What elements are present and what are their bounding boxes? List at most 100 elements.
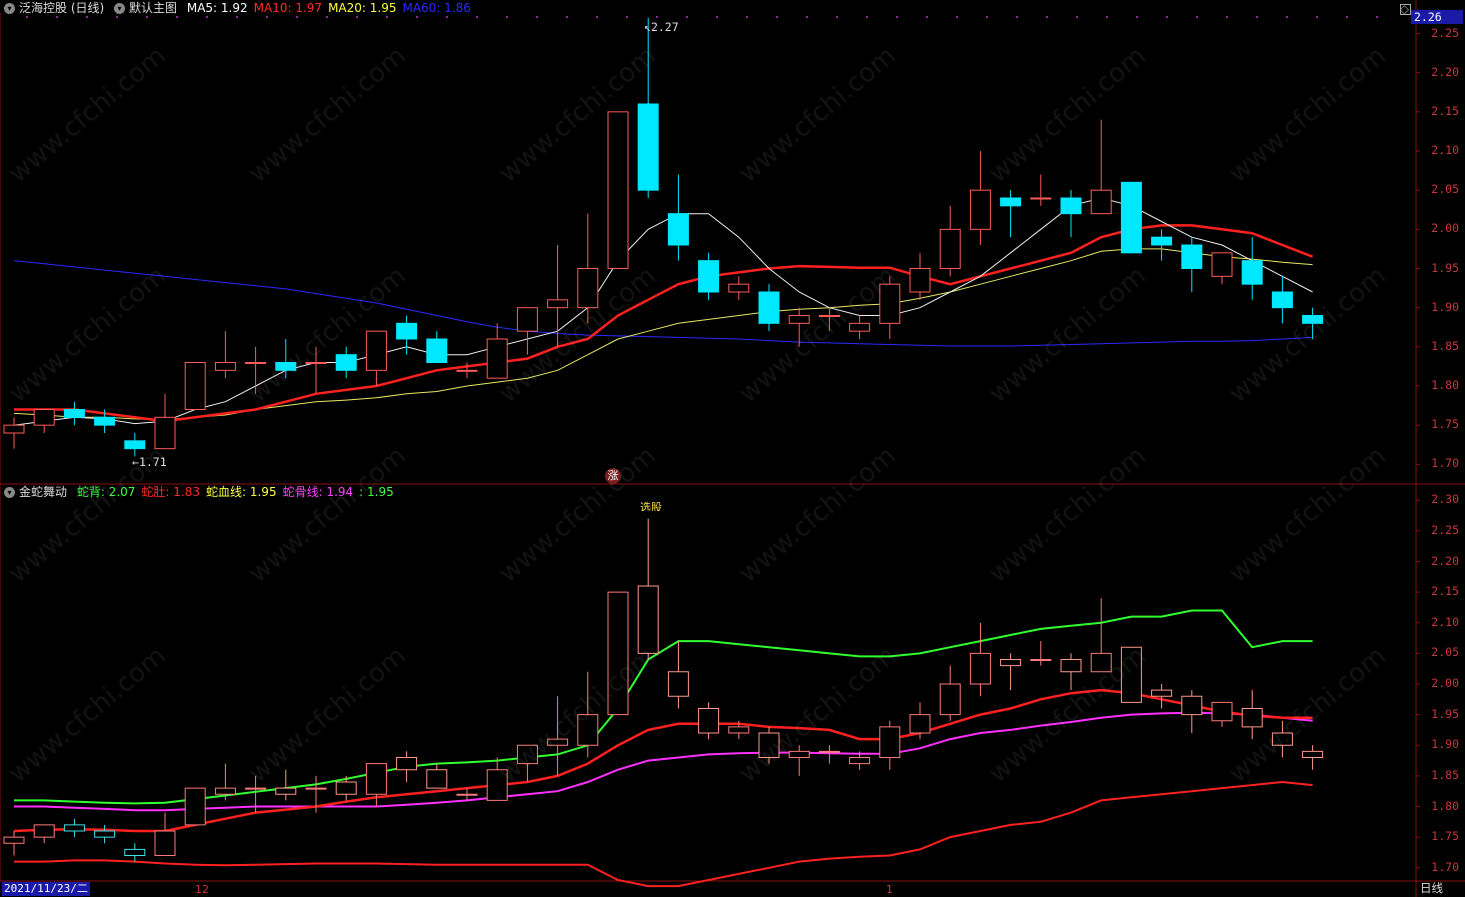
main-candle-body <box>607 111 629 270</box>
y-tick-label: 1.70 <box>1431 859 1459 874</box>
top-dot-marker <box>776 16 778 18</box>
top-dot-marker <box>476 16 478 18</box>
ind-candle-body <box>1000 659 1022 667</box>
ind-candle-body <box>94 830 116 838</box>
ma-legend-item-2: MA20: 1.95 <box>328 1 397 15</box>
main-candle-body <box>214 362 236 371</box>
main-candle-body <box>1090 189 1112 215</box>
y-tick-label: 2.20 <box>1431 64 1459 79</box>
top-dot-marker <box>26 16 28 18</box>
main-candle-body <box>1151 236 1173 246</box>
template-collapse-icon[interactable]: ▾ <box>114 3 126 14</box>
main-candle-body <box>63 409 85 418</box>
main-candle-body <box>33 409 55 426</box>
ind-candle-body <box>1151 689 1173 697</box>
indicator-legend-item-1: 蛇肚: 1.83 <box>141 485 200 499</box>
top-dot-marker <box>266 16 268 18</box>
rise-badge[interactable]: 涨 <box>605 468 621 484</box>
ind-candle-body <box>396 757 418 771</box>
ind-candle-body <box>1302 750 1324 758</box>
period-selector[interactable]: 日线 <box>1420 880 1443 896</box>
template-name[interactable]: 默认主图 <box>129 1 177 15</box>
main-candle-body <box>1181 244 1203 269</box>
indicator-collapse-icon[interactable]: ▾ <box>4 487 15 498</box>
y-tick-label: 2.15 <box>1431 103 1459 118</box>
indicator-name[interactable]: 金蛇舞动 <box>19 485 67 499</box>
window-square-icon[interactable] <box>1400 4 1411 15</box>
low-price-annotation: ←1.71 <box>132 455 167 469</box>
main-candle-body <box>1211 252 1233 277</box>
top-dot-marker <box>1166 16 1168 18</box>
top-dot-marker <box>116 16 118 18</box>
snake-blood-line <box>13 688 1313 833</box>
ma-legend-item-0: MA5: 1.92 <box>186 1 248 15</box>
ind-candle-body <box>909 714 931 734</box>
main-candle-body <box>1030 197 1052 200</box>
y-tick-label: 2.15 <box>1431 584 1459 599</box>
ind-candle-body <box>1181 695 1203 716</box>
main-candle-body <box>516 307 538 332</box>
y-tick-label: 1.95 <box>1431 706 1459 721</box>
snake-back-line <box>14 609 1313 805</box>
top-dot-marker <box>926 16 928 18</box>
ind-candle-body <box>33 824 55 838</box>
ma-legend: MA5: 1.92 MA10: 1.97 MA20: 1.95 MA60: 1.86 <box>187 1 477 15</box>
collapse-icon[interactable]: ▾ <box>4 3 15 14</box>
x-tick-month-12: 12 <box>195 883 209 896</box>
ind-candle-body <box>1241 708 1263 728</box>
main-candle-body <box>365 330 387 371</box>
main-candle-body <box>698 260 720 293</box>
main-candle-body <box>939 228 961 269</box>
y-tick-label: 2.20 <box>1431 553 1459 568</box>
ind-candle-body <box>879 726 901 758</box>
stock-title: 泛海控股 (日线) <box>19 1 105 15</box>
main-candle-body <box>335 354 357 371</box>
signal-label: 选股 <box>640 501 662 511</box>
ind-candle-body <box>456 793 478 796</box>
main-candle-body <box>426 338 448 363</box>
y-tick-label: 2.05 <box>1431 182 1459 197</box>
y-tick-label: 1.90 <box>1431 299 1459 314</box>
ind-candle-body <box>3 836 25 844</box>
main-candle-body <box>637 103 659 191</box>
ind-candle-body <box>1030 659 1052 661</box>
indicator-legend-item-4: : 1.95 <box>359 485 394 499</box>
top-dot-marker <box>236 16 238 18</box>
main-candle-body <box>1241 260 1263 285</box>
top-dot-marker <box>1136 16 1138 18</box>
ind-candle-body <box>426 769 448 789</box>
top-dot-marker <box>866 16 868 18</box>
top-dot-marker <box>176 16 178 18</box>
main-candle-body <box>486 338 508 379</box>
main-candle-body <box>1060 197 1082 215</box>
ind-candle-body <box>667 671 689 697</box>
indicator-legend-item-0: 蛇背: 2.07 <box>76 485 136 499</box>
top-dot-marker <box>1286 16 1288 18</box>
top-dot-marker <box>146 16 148 18</box>
top-dot-marker <box>1196 16 1198 18</box>
main-candle-body <box>667 213 689 246</box>
top-dot-marker <box>596 16 598 18</box>
top-dot-marker <box>746 16 748 18</box>
top-dot-marker <box>806 16 808 18</box>
top-dot-marker <box>896 16 898 18</box>
y-tick-label: 1.75 <box>1431 417 1459 432</box>
top-dot-marker <box>1016 16 1018 18</box>
y-tick-label: 1.95 <box>1431 260 1459 275</box>
top-dot-marker <box>566 16 568 18</box>
ind-candle-body <box>728 726 750 734</box>
main-candle-body <box>124 440 146 450</box>
y-tick-label: 1.70 <box>1431 456 1459 471</box>
indicator-legend: 蛇背: 2.07 蛇肚: 1.83 蛇血线: 1.95 蛇骨线: 1.94: 1.95 <box>77 485 400 499</box>
ind-candle-body <box>275 787 297 795</box>
ind-candle-body <box>335 781 357 795</box>
top-dot-marker <box>686 16 688 18</box>
indicator-panel-header: ▾ 金蛇舞动 蛇背: 2.07 蛇肚: 1.83 蛇血线: 1.95 蛇骨线: 1.94… <box>4 484 406 500</box>
ind-candle-body <box>1060 659 1082 673</box>
y-tick-label: 2.25 <box>1431 522 1459 537</box>
main-candle-body <box>788 315 810 324</box>
top-dot-marker <box>86 16 88 18</box>
y-tick-label: 1.75 <box>1431 829 1459 844</box>
top-dot-marker <box>656 16 658 18</box>
y-tick-label: 2.10 <box>1431 143 1459 157</box>
